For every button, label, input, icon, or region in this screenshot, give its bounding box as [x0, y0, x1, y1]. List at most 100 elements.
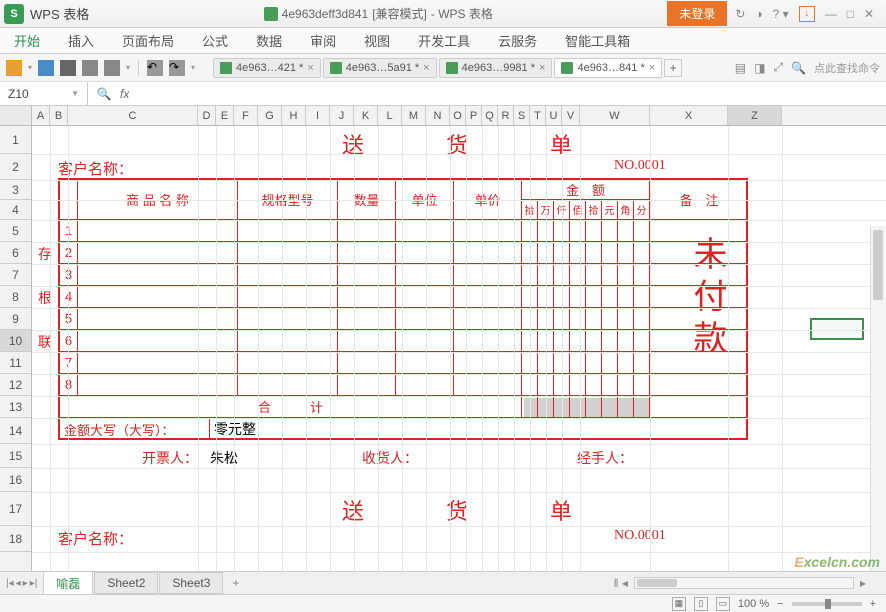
- column-header[interactable]: K: [354, 106, 378, 125]
- undo-button[interactable]: ↶: [147, 60, 163, 76]
- menu-dev[interactable]: 开发工具: [404, 31, 484, 50]
- column-header[interactable]: X: [650, 106, 728, 125]
- menu-insert[interactable]: 插入: [54, 31, 108, 50]
- open-icon[interactable]: [6, 60, 22, 76]
- row-number[interactable]: 4: [60, 286, 78, 308]
- row-number[interactable]: 7: [60, 352, 78, 374]
- print-button[interactable]: [60, 60, 76, 76]
- row-header[interactable]: 6: [0, 242, 31, 264]
- collapse-icon[interactable]: ⤢: [773, 60, 783, 75]
- row-number[interactable]: 8: [60, 374, 78, 396]
- select-all-corner[interactable]: [0, 106, 32, 125]
- spreadsheet-grid[interactable]: ABCDEFGHIJKLMNOPQRSTUVWXZ 12345678910111…: [0, 106, 886, 595]
- sync-icon[interactable]: ↻: [735, 7, 745, 21]
- column-header[interactable]: U: [546, 106, 562, 125]
- row-header[interactable]: 12: [0, 374, 31, 396]
- sheet-tab[interactable]: Sheet3: [159, 572, 223, 594]
- tab-list-icon[interactable]: ▤: [735, 61, 746, 75]
- file-tab[interactable]: 4e963…9981 *×: [439, 58, 553, 78]
- file-tab[interactable]: 4e963…5a91 *×: [323, 58, 437, 78]
- maximize-button[interactable]: □: [847, 7, 854, 21]
- tab-close-icon[interactable]: ×: [539, 62, 545, 74]
- file-tab-active[interactable]: 4e963…841 *×: [554, 58, 662, 78]
- column-header[interactable]: E: [216, 106, 234, 125]
- menu-start[interactable]: 开始: [0, 31, 54, 50]
- redo-button[interactable]: ↷: [169, 60, 185, 76]
- column-header[interactable]: I: [306, 106, 330, 125]
- file-tab[interactable]: 4e963…421 *×: [213, 58, 321, 78]
- name-box[interactable]: Z10▼: [0, 82, 88, 105]
- download-icon[interactable]: ↓: [799, 6, 815, 22]
- column-header[interactable]: T: [530, 106, 546, 125]
- zoom-in-button[interactable]: +: [870, 598, 876, 610]
- row-header[interactable]: 1: [0, 126, 31, 154]
- column-header[interactable]: O: [450, 106, 466, 125]
- horizontal-scrollbar[interactable]: [634, 577, 854, 589]
- zoom-out-button[interactable]: −: [777, 598, 783, 610]
- minimize-button[interactable]: —: [825, 7, 837, 21]
- row-header[interactable]: 17: [0, 492, 31, 526]
- row-header[interactable]: 18: [0, 526, 31, 552]
- save-icon[interactable]: [38, 60, 54, 76]
- preview2-icon[interactable]: [104, 60, 120, 76]
- column-header[interactable]: H: [282, 106, 306, 125]
- column-header[interactable]: Q: [482, 106, 498, 125]
- column-header[interactable]: W: [580, 106, 650, 125]
- row-number[interactable]: 2: [60, 242, 78, 264]
- vertical-scrollbar[interactable]: [870, 226, 886, 595]
- column-header[interactable]: J: [330, 106, 354, 125]
- column-header[interactable]: G: [258, 106, 282, 125]
- column-header[interactable]: Z: [728, 106, 782, 125]
- zoom-slider[interactable]: [792, 602, 862, 606]
- menu-cloud[interactable]: 云服务: [484, 31, 551, 50]
- column-header[interactable]: P: [466, 106, 482, 125]
- view-page-icon[interactable]: ▯: [694, 597, 708, 611]
- sheet-tab-active[interactable]: 喻磊: [43, 571, 93, 596]
- column-header[interactable]: L: [378, 106, 402, 125]
- row-number[interactable]: 5: [60, 308, 78, 330]
- menu-layout[interactable]: 页面布局: [108, 31, 188, 50]
- row-header[interactable]: 3: [0, 180, 31, 200]
- row-header[interactable]: 16: [0, 468, 31, 492]
- cancel-icon[interactable]: 🔍: [96, 87, 112, 101]
- column-header[interactable]: V: [562, 106, 580, 125]
- menu-formula[interactable]: 公式: [188, 31, 242, 50]
- menu-view[interactable]: 视图: [350, 31, 404, 50]
- sheet-nav-last[interactable]: ▸|: [30, 578, 38, 589]
- close-button[interactable]: ✕: [864, 7, 874, 21]
- row-header[interactable]: 11: [0, 352, 31, 374]
- login-button[interactable]: 未登录: [667, 1, 727, 26]
- row-header[interactable]: 7: [0, 264, 31, 286]
- column-header[interactable]: A: [32, 106, 50, 125]
- tab-close-icon[interactable]: ×: [307, 62, 313, 74]
- search-input[interactable]: 点此查找命令: [814, 60, 880, 76]
- search-icon[interactable]: 🔍: [791, 61, 806, 75]
- column-header[interactable]: F: [234, 106, 258, 125]
- column-header[interactable]: M: [402, 106, 426, 125]
- view-normal-icon[interactable]: ▦: [672, 597, 686, 611]
- row-header[interactable]: 5: [0, 220, 31, 242]
- sheet-nav-next[interactable]: ▸: [23, 578, 28, 589]
- row-header[interactable]: 14: [0, 418, 31, 444]
- column-header[interactable]: C: [68, 106, 198, 125]
- row-number[interactable]: 1: [60, 220, 78, 242]
- row-header[interactable]: 15: [0, 444, 31, 468]
- row-header[interactable]: 9: [0, 308, 31, 330]
- sheet-tab[interactable]: Sheet2: [94, 572, 158, 594]
- sheet-nav-first[interactable]: |◂: [6, 578, 14, 589]
- add-sheet-button[interactable]: +: [224, 573, 247, 593]
- row-header[interactable]: 8: [0, 286, 31, 308]
- help-icon[interactable]: ? ▾: [773, 7, 789, 21]
- window-split-icon[interactable]: ◨: [754, 61, 765, 75]
- column-header[interactable]: R: [498, 106, 514, 125]
- sheet-nav-prev[interactable]: ◂: [16, 578, 21, 589]
- column-header[interactable]: N: [426, 106, 450, 125]
- preview-icon[interactable]: [82, 60, 98, 76]
- menu-review[interactable]: 审阅: [296, 31, 350, 50]
- zoom-level[interactable]: 100 %: [738, 598, 769, 610]
- fx-label[interactable]: fx: [120, 87, 129, 101]
- row-number[interactable]: 6: [60, 330, 78, 352]
- menu-smart[interactable]: 智能工具箱: [551, 31, 644, 50]
- column-header[interactable]: D: [198, 106, 216, 125]
- new-tab-button[interactable]: +: [664, 59, 682, 77]
